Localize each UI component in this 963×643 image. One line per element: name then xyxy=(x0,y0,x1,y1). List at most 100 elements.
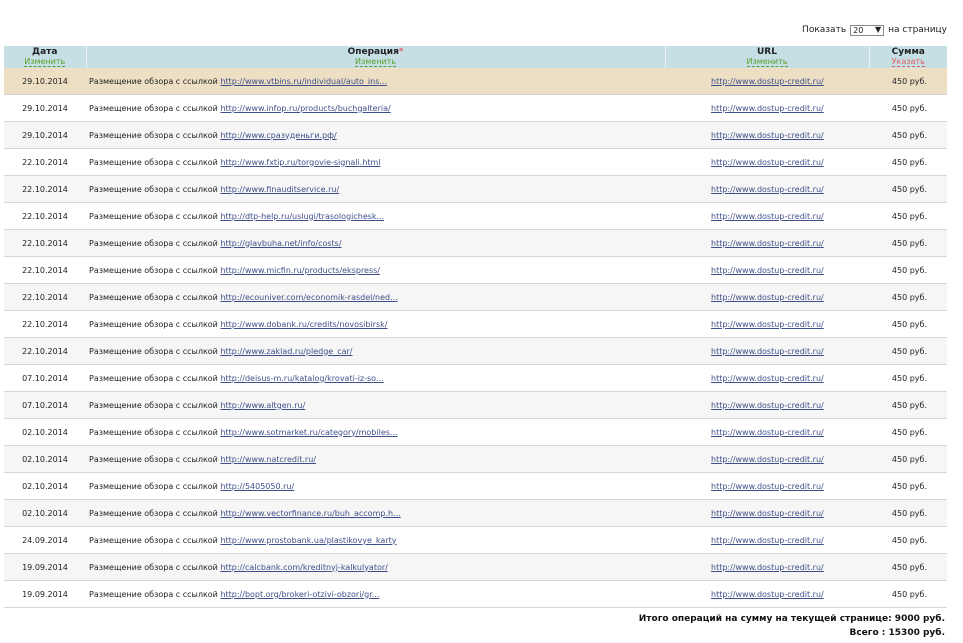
row-date: 22.10.2014 xyxy=(4,256,86,284)
table-row: 22.10.2014 Размещение обзора с ссылкой ht… xyxy=(4,256,947,284)
header-operation-change-link[interactable]: Изменить xyxy=(355,57,396,67)
row-url-link[interactable]: http://www.dostup-credit.ru/ xyxy=(711,482,824,491)
row-date: 07.10.2014 xyxy=(4,364,86,392)
page-total: Итого операций на сумму на текущей стран… xyxy=(638,614,945,624)
row-operation-link[interactable]: http://www.finauditservice.ru/ xyxy=(220,185,339,194)
row-operation-text: Размещение обзора с ссылкой xyxy=(89,562,218,572)
row-operation-link[interactable]: http://bopt.org/brokeri-otzivi-obzori/gr… xyxy=(220,590,379,599)
row-url-link[interactable]: http://www.dostup-credit.ru/ xyxy=(711,455,824,464)
row-operation-text: Размещение обзора с ссылкой xyxy=(89,373,218,383)
row-url-link[interactable]: http://www.dostup-credit.ru/ xyxy=(711,509,824,518)
operations-table: Дата Изменить Операция* Изменить URL Изм… xyxy=(4,46,947,608)
row-url: http://www.dostup-credit.ru/ xyxy=(665,68,869,95)
row-url: http://www.dostup-credit.ru/ xyxy=(665,256,869,284)
row-operation-text: Размещение обзора с ссылкой xyxy=(89,130,218,140)
row-operation-text: Размещение обзора с ссылкой xyxy=(89,454,218,464)
row-operation: Размещение обзора с ссылкой http://www.f… xyxy=(86,148,665,176)
row-url-link[interactable]: http://www.dostup-credit.ru/ xyxy=(711,212,824,221)
row-date: 22.10.2014 xyxy=(4,175,86,203)
row-url-link[interactable]: http://www.dostup-credit.ru/ xyxy=(711,590,824,599)
row-url-link[interactable]: http://www.dostup-credit.ru/ xyxy=(711,401,824,410)
table-row: 19.09.2014 Размещение обзора с ссылкой ht… xyxy=(4,553,947,581)
row-sum: 450 руб. xyxy=(869,256,947,284)
row-operation-text: Размещение обзора с ссылкой xyxy=(89,535,218,545)
row-url: http://www.dostup-credit.ru/ xyxy=(665,121,869,149)
row-sum: 450 руб. xyxy=(869,148,947,176)
row-url-link[interactable]: http://www.dostup-credit.ru/ xyxy=(711,185,824,194)
header-sum-label: Сумма xyxy=(891,47,925,57)
row-url-link[interactable]: http://www.dostup-credit.ru/ xyxy=(711,428,824,437)
row-sum: 450 руб. xyxy=(869,68,947,95)
row-operation-link[interactable]: http://glavbuha.net/info/costs/ xyxy=(220,239,341,248)
row-operation-link[interactable]: http://www.infop.ru/products/buchgalteri… xyxy=(220,104,390,113)
table-row: 19.09.2014 Размещение обзора с ссылкой ht… xyxy=(4,580,947,608)
row-operation-link[interactable]: http://www.altgen.ru/ xyxy=(220,401,305,410)
row-url-link[interactable]: http://www.dostup-credit.ru/ xyxy=(711,77,824,86)
row-url-link[interactable]: http://www.dostup-credit.ru/ xyxy=(711,158,824,167)
row-operation: Размещение обзора с ссылкой http://www.a… xyxy=(86,391,665,419)
row-operation-link[interactable]: http://www.sotmarket.ru/category/mobiles… xyxy=(220,428,397,437)
table-row: 02.10.2014 Размещение обзора с ссылкой ht… xyxy=(4,418,947,446)
row-url: http://www.dostup-credit.ru/ xyxy=(665,364,869,392)
row-url-link[interactable]: http://www.dostup-credit.ru/ xyxy=(711,266,824,275)
row-url: http://www.dostup-credit.ru/ xyxy=(665,94,869,122)
table-row: 22.10.2014 Размещение обзора с ссылкой ht… xyxy=(4,337,947,365)
row-url: http://www.dostup-credit.ru/ xyxy=(665,526,869,554)
row-url: http://www.dostup-credit.ru/ xyxy=(665,553,869,581)
header-date-change-link[interactable]: Изменить xyxy=(24,57,66,67)
row-url-link[interactable]: http://www.dostup-credit.ru/ xyxy=(711,131,824,140)
row-operation-link[interactable]: http://deisus-m.ru/katalog/krovati-iz-so… xyxy=(220,374,383,383)
row-operation-link[interactable]: http://www.vectorfinance.ru/buh_accomp.h… xyxy=(220,509,400,518)
row-url-link[interactable]: http://www.dostup-credit.ru/ xyxy=(711,563,824,572)
row-sum: 450 руб. xyxy=(869,121,947,149)
table-row: 29.10.2014 Размещение обзора с ссылкой ht… xyxy=(4,121,947,149)
table-row: 22.10.2014 Размещение обзора с ссылкой ht… xyxy=(4,148,947,176)
row-operation-text: Размещение обзора с ссылкой xyxy=(89,184,218,194)
row-operation-link[interactable]: http://www.dobank.ru/credits/novosibirsk… xyxy=(220,320,387,329)
row-operation-link[interactable]: http://www.vtbins.ru/individual/auto_ins… xyxy=(220,77,387,86)
row-date: 29.10.2014 xyxy=(4,121,86,149)
row-url: http://www.dostup-credit.ru/ xyxy=(665,283,869,311)
row-operation-link[interactable]: http://www.zaklad.ru/pledge_car/ xyxy=(220,347,352,356)
table-row: 29.10.2014 Размещение обзора с ссылкой ht… xyxy=(4,68,947,95)
row-operation-text: Размещение обзора с ссылкой xyxy=(89,400,218,410)
row-operation-text: Размещение обзора с ссылкой xyxy=(89,157,218,167)
grand-total: Всего : 15300 руб. xyxy=(849,628,945,638)
row-operation-link[interactable]: http://ecouniver.com/economik-rasdel/ned… xyxy=(220,293,397,302)
row-operation-link[interactable]: http://www.prostobank.ua/plastikovye_kar… xyxy=(220,536,396,545)
triangle-down-icon: ▼ xyxy=(874,25,882,34)
row-date: 24.09.2014 xyxy=(4,526,86,554)
row-operation-link[interactable]: http://www.сразуденьги.рф/ xyxy=(220,131,336,140)
row-url-link[interactable]: http://www.dostup-credit.ru/ xyxy=(711,239,824,248)
row-operation-link[interactable]: http://www.micfin.ru/products/ekspress/ xyxy=(220,266,380,275)
table-row: 22.10.2014 Размещение обзора с ссылкой ht… xyxy=(4,175,947,203)
row-operation: Размещение обзора с ссылкой http://www.z… xyxy=(86,337,665,365)
row-url: http://www.dostup-credit.ru/ xyxy=(665,445,869,473)
row-operation-text: Размещение обзора с ссылкой xyxy=(89,481,218,491)
row-url-link[interactable]: http://www.dostup-credit.ru/ xyxy=(711,320,824,329)
row-operation-link[interactable]: http://www.natcredit.ru/ xyxy=(220,455,316,464)
table-row: 22.10.2014 Размещение обзора с ссылкой ht… xyxy=(4,283,947,311)
row-url-link[interactable]: http://www.dostup-credit.ru/ xyxy=(711,536,824,545)
row-sum: 450 руб. xyxy=(869,526,947,554)
row-operation-link[interactable]: http://dtp-help.ru/uslugi/trasologichesk… xyxy=(220,212,384,221)
row-url-link[interactable]: http://www.dostup-credit.ru/ xyxy=(711,374,824,383)
row-operation-link[interactable]: http://5405050.ru/ xyxy=(220,482,294,491)
row-operation: Размещение обзора с ссылкой http://www.n… xyxy=(86,445,665,473)
row-url: http://www.dostup-credit.ru/ xyxy=(665,310,869,338)
per-page-select[interactable]: 20 ▼ xyxy=(850,24,885,36)
row-sum: 450 руб. xyxy=(869,418,947,446)
row-url-link[interactable]: http://www.dostup-credit.ru/ xyxy=(711,293,824,302)
header-sum-specify-link[interactable]: Указать xyxy=(891,57,925,67)
row-operation: Размещение обзора с ссылкой http://www.v… xyxy=(86,499,665,527)
header-url-change-link[interactable]: Изменить xyxy=(746,57,788,67)
row-url-link[interactable]: http://www.dostup-credit.ru/ xyxy=(711,104,824,113)
row-operation-link[interactable]: http://calcbank.com/kreditnyj-kalkulyato… xyxy=(220,563,387,572)
row-url: http://www.dostup-credit.ru/ xyxy=(665,175,869,203)
row-date: 29.10.2014 xyxy=(4,94,86,122)
row-operation-text: Размещение обзора с ссылкой xyxy=(89,292,218,302)
row-date: 19.09.2014 xyxy=(4,553,86,581)
row-url-link[interactable]: http://www.dostup-credit.ru/ xyxy=(711,347,824,356)
row-operation-link[interactable]: http://www.fxtip.ru/torgovie-signali.htm… xyxy=(220,158,380,167)
row-operation: Размещение обзора с ссылкой http://www.f… xyxy=(86,175,665,203)
